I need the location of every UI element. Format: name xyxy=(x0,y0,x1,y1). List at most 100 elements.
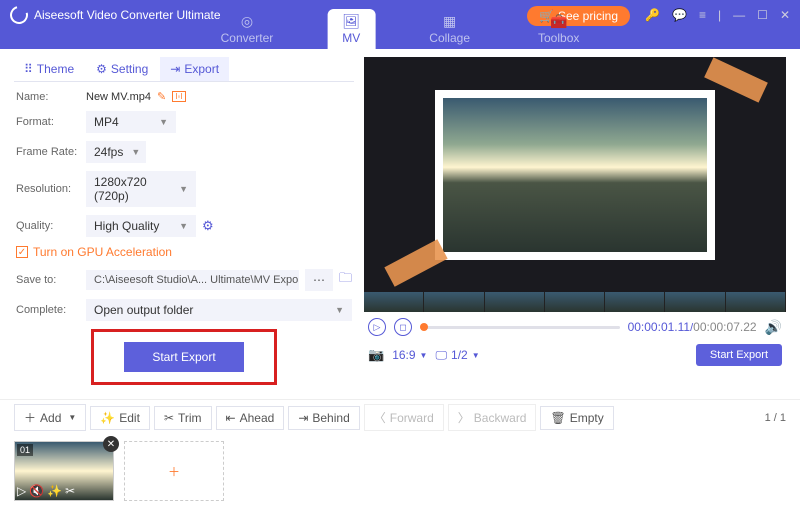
forward-button[interactable]: 〈Forward xyxy=(364,404,444,431)
complete-label: Complete: xyxy=(16,304,80,316)
add-button[interactable]: ＋Add▼ xyxy=(14,404,86,431)
tab-mv[interactable]: 🖼MV xyxy=(327,9,375,49)
wand-icon[interactable]: ✨ xyxy=(47,484,62,498)
divider: | xyxy=(718,8,721,22)
toolbox-icon: 🧰 xyxy=(549,13,569,29)
preview-frame xyxy=(435,90,715,260)
wand-icon: ✨ xyxy=(100,411,115,425)
tape-decoration xyxy=(384,239,447,287)
chevron-down-icon: ▼ xyxy=(159,117,168,127)
screen-icon: 🖵 xyxy=(435,348,447,363)
delete-clip-icon[interactable]: ✕ xyxy=(103,436,119,452)
backward-icon: 〉 xyxy=(458,409,470,426)
collage-icon: ▦ xyxy=(440,13,460,29)
nav-tabs: ◎Converter 🖼MV ▦Collage 🧰Toolbox xyxy=(207,9,594,49)
highlight-box: Start Export xyxy=(91,329,276,385)
setting-icon: ⚙ xyxy=(96,62,107,76)
rename-icon[interactable]: I◦I xyxy=(172,91,185,102)
subtab-setting[interactable]: ⚙Setting xyxy=(86,57,158,81)
add-clip-button[interactable]: ＋ xyxy=(124,441,224,501)
trim-button[interactable]: ✂Trim xyxy=(154,406,212,430)
mute-icon[interactable]: 🔇 xyxy=(29,484,44,498)
behind-icon: ⇥ xyxy=(298,411,308,425)
volume-icon[interactable]: 🔊 xyxy=(765,319,782,336)
page-select[interactable]: 🖵1/2▼ xyxy=(435,348,479,363)
gpu-checkbox[interactable]: ✓Turn on GPU Acceleration xyxy=(16,245,352,259)
logo-icon xyxy=(7,3,32,28)
play-icon[interactable]: ▷ xyxy=(17,484,26,498)
plus-icon: ＋ xyxy=(24,409,36,426)
clip-thumbnails: 01 ✕ ▷🔇✨✂ ＋ xyxy=(0,435,800,507)
app-logo: Aiseesoft Video Converter Ultimate xyxy=(10,6,221,24)
chevron-down-icon: ▼ xyxy=(472,351,480,360)
chevron-down-icon: ▼ xyxy=(179,221,188,231)
framerate-label: Frame Rate: xyxy=(16,146,80,158)
plus-icon: ＋ xyxy=(168,463,180,480)
play-button[interactable]: ▷ xyxy=(368,318,386,336)
start-export-button[interactable]: Start Export xyxy=(124,342,243,372)
export-icon: ⇥ xyxy=(170,62,180,76)
name-label: Name: xyxy=(16,91,80,103)
snapshot-icon[interactable]: 📷 xyxy=(368,347,384,363)
app-title: Aiseesoft Video Converter Ultimate xyxy=(34,8,221,22)
clip-number: 01 xyxy=(17,444,33,456)
browse-button[interactable]: ⋯ xyxy=(305,269,333,291)
saveto-label: Save to: xyxy=(16,274,80,286)
seek-slider[interactable] xyxy=(420,326,620,329)
edit-button[interactable]: ✨Edit xyxy=(90,406,150,430)
subtab-theme[interactable]: ⠿Theme xyxy=(14,57,84,81)
menu-icon[interactable]: ≡ xyxy=(699,8,706,22)
minimize-button[interactable]: — xyxy=(733,8,745,22)
feedback-icon[interactable]: 💬 xyxy=(672,8,687,22)
subtab-export[interactable]: ⇥Export xyxy=(160,57,229,81)
tab-converter[interactable]: ◎Converter xyxy=(207,9,288,49)
pager: 1 / 1 xyxy=(765,412,786,424)
behind-button[interactable]: ⇥Behind xyxy=(288,406,359,430)
stop-button[interactable]: ◻ xyxy=(394,318,412,336)
tab-collage[interactable]: ▦Collage xyxy=(415,9,484,49)
forward-icon: 〈 xyxy=(374,409,386,426)
quality-settings-icon[interactable]: ⚙ xyxy=(202,218,214,234)
right-panel: ▷ ◻ 00:00:01.11/00:00:07.22 🔊 📷 16:9▼ 🖵1… xyxy=(364,57,786,393)
resolution-select[interactable]: 1280x720 (720p)▼ xyxy=(86,171,196,207)
format-label: Format: xyxy=(16,116,80,128)
close-button[interactable]: ✕ xyxy=(780,8,790,22)
quality-select[interactable]: High Quality▼ xyxy=(86,215,196,237)
maximize-button[interactable]: ☐ xyxy=(757,8,768,22)
scissors-icon[interactable]: ✂ xyxy=(65,484,75,498)
chevron-down-icon: ▼ xyxy=(179,184,188,194)
ahead-button[interactable]: ⇤Ahead xyxy=(216,406,285,430)
aspect-ratio-select[interactable]: 16:9▼ xyxy=(392,348,427,362)
theme-icon: ⠿ xyxy=(24,62,33,76)
video-preview[interactable] xyxy=(364,57,786,292)
format-select[interactable]: MP4▼ xyxy=(86,111,176,133)
chevron-down-icon: ▼ xyxy=(131,147,140,157)
backward-button[interactable]: 〉Backward xyxy=(448,404,537,431)
resolution-label: Resolution: xyxy=(16,183,80,195)
quality-label: Quality: xyxy=(16,220,80,232)
checkbox-icon: ✓ xyxy=(16,246,28,258)
chevron-down-icon: ▼ xyxy=(420,351,428,360)
start-export-button-2[interactable]: Start Export xyxy=(696,344,782,366)
trash-icon: 🗑 xyxy=(550,411,565,425)
timeline-strip[interactable] xyxy=(364,292,786,312)
key-icon[interactable]: 🔑 xyxy=(645,8,660,22)
ahead-icon: ⇤ xyxy=(226,411,236,425)
edit-name-icon[interactable]: ✎ xyxy=(157,90,166,103)
titlebar: Aiseesoft Video Converter Ultimate 🛒 See… xyxy=(0,0,800,49)
name-value: New MV.mp4 xyxy=(86,91,151,103)
clip-thumb[interactable]: 01 ✕ ▷🔇✨✂ xyxy=(14,441,114,501)
chevron-down-icon: ▼ xyxy=(335,305,344,315)
left-panel: ⠿Theme ⚙Setting ⇥Export Name: New MV.mp4 ✎… xyxy=(14,57,354,393)
tab-toolbox[interactable]: 🧰Toolbox xyxy=(524,9,593,49)
complete-select[interactable]: Open output folder▼ xyxy=(86,299,352,321)
timecode: 00:00:01.11/00:00:07.22 xyxy=(628,320,757,334)
system-buttons: 🔑 💬 ≡ | — ☐ ✕ xyxy=(645,8,790,22)
empty-button[interactable]: 🗑Empty xyxy=(540,406,613,430)
framerate-select[interactable]: 24fps▼ xyxy=(86,141,146,163)
saveto-path: C:\Aiseesoft Studio\A... Ultimate\MV Exp… xyxy=(86,270,299,290)
open-folder-icon[interactable]: 🗀 xyxy=(339,269,352,291)
converter-icon: ◎ xyxy=(237,13,257,29)
mv-icon: 🖼 xyxy=(341,13,361,29)
chevron-down-icon: ▼ xyxy=(68,413,76,422)
